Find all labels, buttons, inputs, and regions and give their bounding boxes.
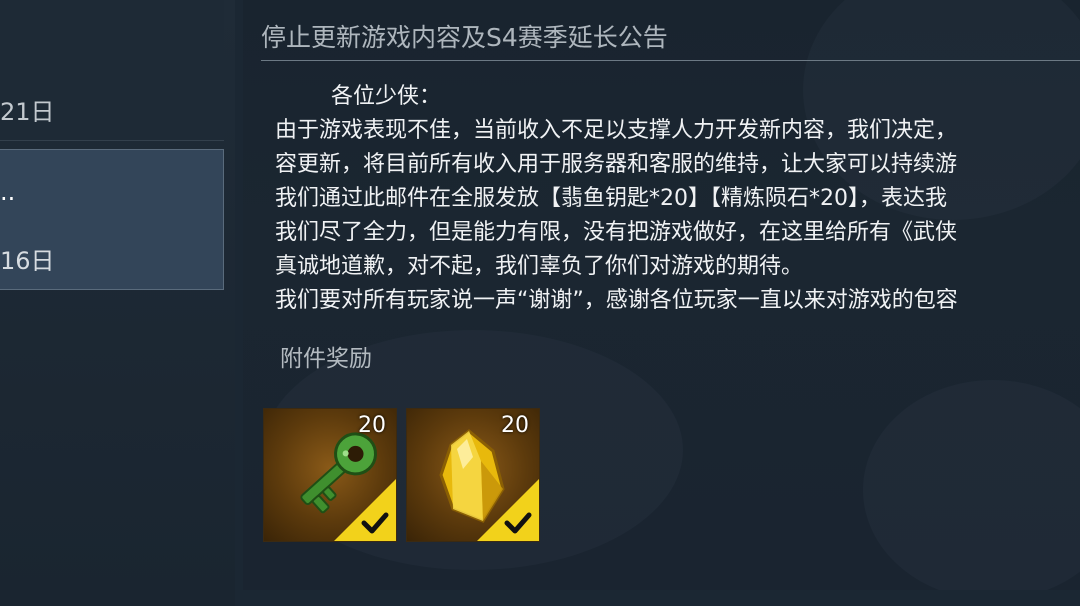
mail-body-line: 容更新，将目前所有收入用于服务器和客服的维持，让大家可以持续游 xyxy=(275,152,958,177)
mail-detail-panel: 停止更新游戏内容及S4赛季延长公告 各位少侠： 由于游戏表现不佳，当前收入不足以… xyxy=(243,0,1080,590)
mail-body-line: 我们尽了全力，但是能力有限，没有把游戏做好，在这里给所有《武侠 xyxy=(275,220,958,245)
mail-list-item[interactable]: 21日 xyxy=(0,0,224,141)
mail-detail-title: 停止更新游戏内容及S4赛季延长公告 xyxy=(261,23,668,52)
mail-list-panel: 21日 .. 16日 xyxy=(0,0,235,606)
reward-item-stone[interactable]: 20 xyxy=(406,408,540,542)
reward-count: 20 xyxy=(358,413,386,438)
attachment-label: 附件奖励 xyxy=(280,346,372,372)
mail-body-line: 真诚地道歉，对不起，我们辜负了你们对游戏的期待。 xyxy=(275,254,804,279)
mail-body-line: 我们通过此邮件在全服发放【翡鱼钥匙*20】【精炼陨石*20】，表达我 xyxy=(275,186,947,211)
mail-list-item-selected[interactable]: .. 16日 xyxy=(0,149,224,290)
claimed-check-icon xyxy=(477,479,539,541)
mail-date: 21日 xyxy=(0,98,55,126)
claimed-check-icon xyxy=(334,479,396,541)
mail-date: 16日 xyxy=(0,247,55,275)
reward-item-key[interactable]: 20 xyxy=(263,408,397,542)
mail-body: 各位少侠： 由于游戏表现不佳，当前收入不足以支撑人力开发新内容，我们决定， 容更… xyxy=(275,80,1080,318)
title-divider xyxy=(261,60,1080,61)
reward-count: 20 xyxy=(501,413,529,438)
mail-body-line: 由于游戏表现不佳，当前收入不足以支撑人力开发新内容，我们决定， xyxy=(275,118,958,143)
mail-title: .. xyxy=(0,178,16,206)
mail-body-line: 我们要对所有玩家说一声“谢谢”，感谢各位玩家一直以来对游戏的包容 xyxy=(275,288,958,313)
mail-greeting: 各位少侠： xyxy=(331,84,442,109)
